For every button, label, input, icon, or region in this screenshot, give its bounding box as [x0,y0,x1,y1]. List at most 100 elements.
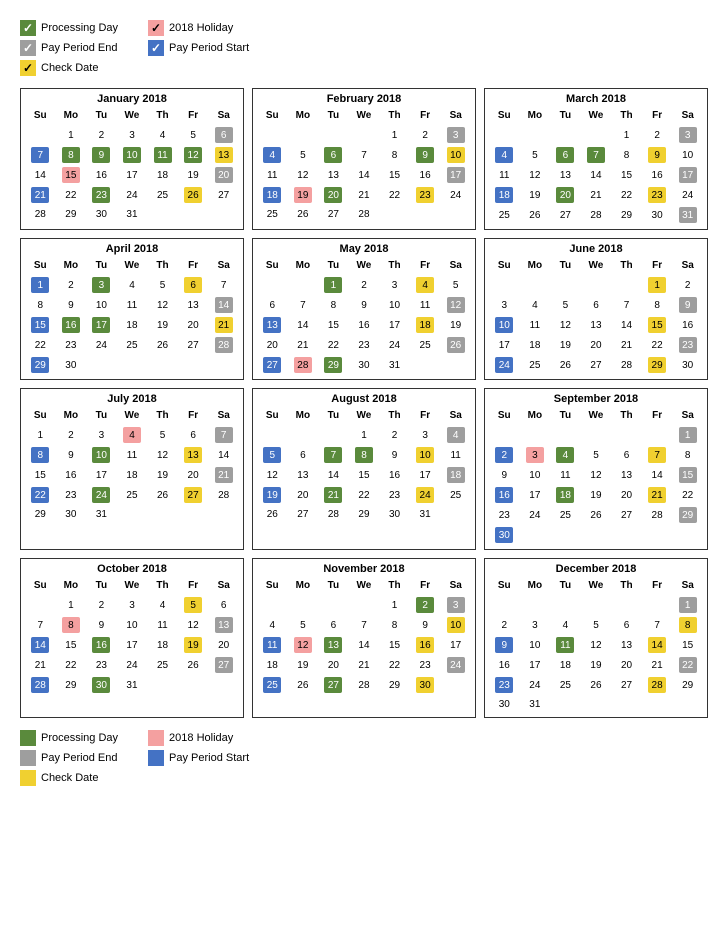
calendar-table-7: SuMoTuWeThFrSa12345678910111213141516171… [257,409,471,523]
calendar-cell: 17 [440,165,471,185]
calendar-cell: 19 [440,315,471,335]
day-header: Tu [550,409,581,422]
calendar-cell: 15 [25,315,56,335]
calendar-cell: 14 [349,165,380,185]
cell-colored: 18 [556,487,574,503]
calendar-cell: 26 [147,335,178,355]
calendar-cell: 6 [208,595,239,615]
day-header: Fr [642,109,673,122]
cell-colored: 6 [215,127,233,143]
calendar-cell: 30 [56,505,87,523]
calendar-cell: 27 [550,205,581,225]
calendar-cell: 14 [611,315,642,335]
calendar-title-9: October 2018 [25,563,239,575]
calendar-cell: 12 [257,465,288,485]
table-row: 1234567 [25,425,239,445]
calendar-cell: 27 [318,205,349,223]
calendar-cell [208,675,239,695]
calendar-cell: 8 [672,445,703,465]
calendar-cell: 29 [642,355,673,375]
cell-colored: 28 [31,677,49,693]
calendar-cell: 10 [440,615,471,635]
cell-colored: 6 [324,147,342,163]
cell-colored: 15 [648,317,666,333]
calendar-cell [520,125,551,145]
calendar-cell: 13 [318,635,349,655]
calendar-cell: 21 [25,655,56,675]
calendar-cell: 25 [550,675,581,695]
cell-colored: 23 [679,337,697,353]
table-row: 15161718192021 [25,465,239,485]
calendar-cell: 14 [288,315,319,335]
calendar-cell [117,355,148,375]
calendar-cell: 27 [178,485,209,505]
calendar-cell: 18 [117,465,148,485]
calendar-cell: 18 [520,335,551,355]
day-header: Su [489,409,520,422]
calendar-cell: 23 [86,185,117,205]
calendar-cell: 16 [642,165,673,185]
calendar-cell: 4 [257,145,288,165]
check-date-box: ✓ [20,60,36,76]
legend-top: ✓ Processing Day ✓ Pay Period End ✓ Chec… [20,20,708,76]
table-row: 891011121314 [25,445,239,465]
calendar-cell: 3 [520,445,551,465]
calendar-cell: 28 [349,205,380,223]
calendar-cell: 26 [178,655,209,675]
calendar-cell [288,275,319,295]
calendar-cell: 13 [581,315,612,335]
calendar-cell: 5 [147,425,178,445]
day-header: Mo [56,409,87,422]
cell-colored: 11 [556,637,574,653]
day-header: Tu [550,579,581,592]
day-header: We [117,409,148,422]
day-header: Sa [440,409,471,422]
calendar-cell: 15 [672,465,703,485]
calendar-cell: 9 [489,635,520,655]
day-header: Sa [672,579,703,592]
calendar-cell [520,525,551,545]
day-header: Mo [288,109,319,122]
calendar-cell [257,125,288,145]
calendar-cell: 29 [25,505,56,523]
calendar-cell: 23 [672,335,703,355]
calendar-cell: 21 [288,335,319,355]
table-row: 2728293031 [257,355,471,375]
legend-processing-day-label: Processing Day [41,22,118,34]
calendar-cell: 10 [440,145,471,165]
cell-colored: 19 [263,487,281,503]
calendar-cell: 28 [208,335,239,355]
calendar-cell [550,425,581,445]
cell-colored: 16 [92,637,110,653]
day-header: Sa [440,109,471,122]
calendar-cell: 6 [288,445,319,465]
cell-colored: 1 [648,277,666,293]
calendar-table-10: SuMoTuWeThFrSa12345678910111213141516171… [257,579,471,695]
calendar-cell: 6 [550,145,581,165]
calendar-cell [318,425,349,445]
day-header: Th [611,409,642,422]
calendar-cell: 28 [25,675,56,695]
table-row: 123456 [25,125,239,145]
calendar-cell: 19 [520,185,551,205]
calendar-cell: 26 [288,675,319,695]
calendar-cell: 31 [410,505,441,523]
legend-check-date-label: Check Date [41,62,98,74]
calendar-cell [257,425,288,445]
cell-colored: 20 [324,187,342,203]
cell-colored: 25 [263,677,281,693]
calendar-cell: 7 [208,275,239,295]
calendar-cell: 20 [288,485,319,505]
legend-bottom-processing-day: Processing Day [20,730,118,746]
calendar-9: October 2018SuMoTuWeThFrSa12345678910111… [20,558,244,718]
bottom-pay-period-start-box [148,750,164,766]
calendar-cell: 14 [208,445,239,465]
day-header: Su [257,109,288,122]
calendar-cell: 13 [208,145,239,165]
legend-left: ✓ Processing Day ✓ Pay Period End ✓ Chec… [20,20,118,76]
bottom-pay-period-end-label: Pay Period End [41,752,117,764]
day-header: Tu [318,409,349,422]
cell-colored: 29 [324,357,342,373]
calendar-cell: 2 [86,125,117,145]
calendar-cell: 16 [349,315,380,335]
